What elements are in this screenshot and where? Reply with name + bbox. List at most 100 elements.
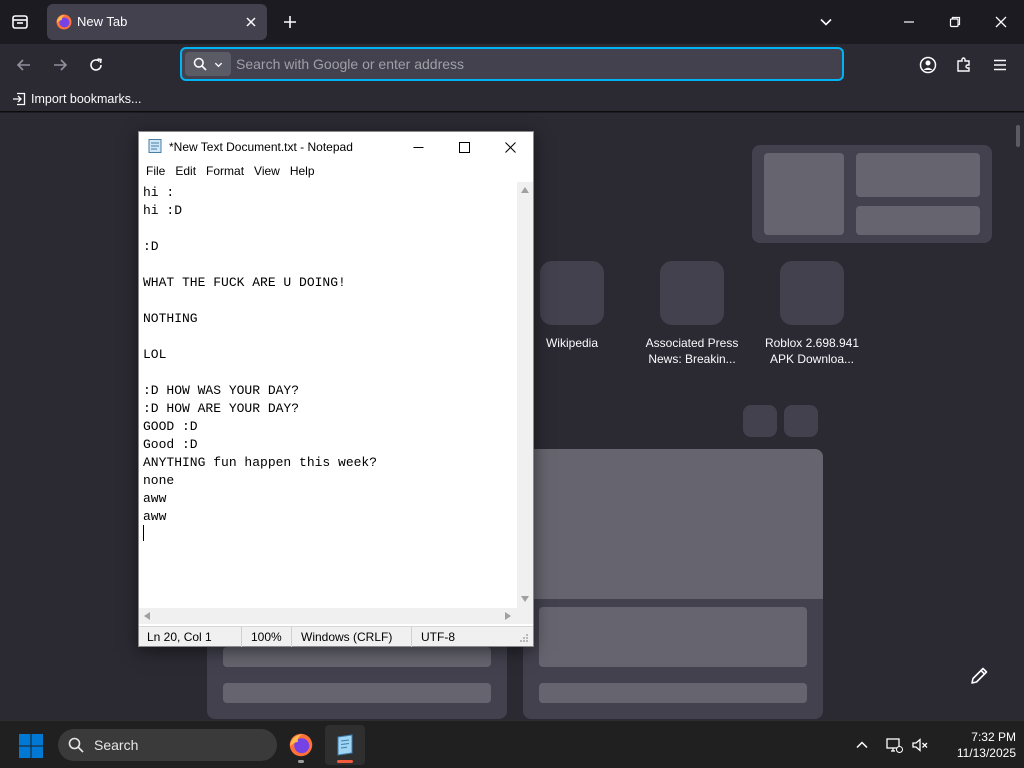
firefox-icon — [56, 14, 72, 30]
notepad-icon — [148, 139, 162, 153]
bookmarks-toolbar: Import bookmarks... — [0, 86, 1024, 112]
close-window-button[interactable] — [978, 0, 1024, 44]
volume-muted-icon — [912, 738, 928, 752]
windows-start-icon[interactable] — [18, 733, 44, 759]
placeholder-story-card — [523, 449, 823, 719]
chevron-down-icon — [820, 18, 832, 26]
notepad-icon — [337, 734, 353, 756]
firefox-icon — [289, 733, 313, 757]
chevron-down-icon — [215, 62, 223, 67]
taskbar: Search 7:32 PM 11/13/2025 — [0, 720, 1024, 768]
tab-title: New Tab — [77, 14, 128, 29]
shortcut-tile — [780, 261, 844, 325]
menu-view[interactable]: View — [249, 162, 285, 182]
scrollbar-corner — [517, 608, 533, 624]
notepad-title-bar[interactable]: *New Text Document.txt - Notepad — [139, 132, 533, 162]
volume-button[interactable] — [908, 733, 932, 757]
import-bookmarks-label: Import bookmarks... — [31, 92, 142, 106]
vertical-scrollbar[interactable] — [517, 182, 533, 608]
taskbar-search-label: Search — [94, 737, 139, 753]
extensions-button[interactable] — [950, 51, 978, 79]
notepad-close-button[interactable] — [487, 132, 533, 162]
restore-icon — [949, 16, 961, 28]
maximize-icon — [458, 141, 470, 153]
back-button[interactable] — [10, 51, 38, 79]
notepad-minimize-button[interactable] — [395, 132, 441, 162]
reload-button[interactable] — [82, 51, 110, 79]
close-icon — [504, 141, 516, 153]
status-cursor-position: Ln 20, Col 1 — [147, 630, 212, 644]
menu-format[interactable]: Format — [201, 162, 249, 182]
notepad-status-bar: Ln 20, Col 1 100% Windows (CRLF) UTF-8 — [139, 626, 533, 647]
address-bar[interactable] — [180, 47, 844, 81]
new-tab-button[interactable] — [278, 8, 302, 36]
menu-help[interactable]: Help — [285, 162, 320, 182]
taskbar-firefox[interactable] — [281, 725, 321, 765]
horizontal-scrollbar[interactable] — [139, 608, 517, 624]
network-status-button[interactable] — [882, 733, 906, 757]
taskbar-search-box[interactable]: Search — [58, 729, 277, 761]
scroll-down-arrow-icon[interactable] — [521, 596, 529, 602]
arrow-right-icon — [54, 59, 68, 71]
clock-time: 7:32 PM — [971, 730, 1016, 744]
shortcut-tile — [540, 261, 604, 325]
firefox-view-icon — [12, 15, 28, 29]
arrow-left-icon — [16, 59, 30, 71]
page-scrollbar[interactable] — [1016, 125, 1020, 147]
menu-edit[interactable]: Edit — [170, 162, 201, 182]
notepad-title: *New Text Document.txt - Notepad — [169, 140, 353, 154]
plus-icon — [284, 16, 296, 28]
search-engine-button[interactable] — [185, 52, 231, 76]
taskbar-notepad[interactable] — [325, 725, 365, 765]
account-button[interactable] — [914, 51, 942, 79]
status-line-ending: Windows (CRLF) — [301, 630, 393, 644]
chevron-up-icon — [856, 741, 868, 749]
resize-grip-icon[interactable] — [519, 633, 529, 643]
customize-button[interactable] — [964, 661, 994, 691]
clock-date: 11/13/2025 — [956, 746, 1016, 760]
placeholder-pill — [784, 405, 818, 437]
search-icon — [68, 737, 84, 753]
text-caret — [143, 525, 144, 541]
restore-button[interactable] — [932, 0, 978, 44]
shortcut-associated-press[interactable]: Associated Press News: Breakin... — [637, 261, 747, 367]
notepad-maximize-button[interactable] — [441, 132, 487, 162]
notepad-window: *New Text Document.txt - Notepad File Ed… — [138, 131, 534, 647]
account-icon — [919, 56, 937, 74]
tab-close-button[interactable] — [242, 13, 260, 31]
close-icon — [995, 16, 1007, 28]
show-hidden-icons-button[interactable] — [850, 733, 874, 757]
placeholder-card — [752, 145, 992, 243]
menu-file[interactable]: File — [141, 162, 170, 182]
tab-new-tab[interactable]: New Tab — [47, 4, 267, 40]
list-all-tabs-button[interactable] — [812, 8, 840, 36]
scroll-left-arrow-icon[interactable] — [144, 612, 150, 620]
import-bookmarks-button[interactable]: Import bookmarks... — [12, 91, 141, 107]
scroll-up-arrow-icon[interactable] — [521, 187, 529, 193]
import-icon — [13, 92, 26, 106]
minimize-button[interactable] — [886, 0, 932, 44]
puzzle-icon — [957, 57, 970, 72]
scroll-right-arrow-icon[interactable] — [505, 612, 511, 620]
shortcut-label: Associated Press News: Breakin... — [645, 336, 739, 366]
status-encoding: UTF-8 — [421, 630, 455, 644]
tab-strip: New Tab — [0, 0, 1024, 44]
close-icon — [246, 17, 256, 27]
navigation-toolbar — [0, 44, 1024, 86]
hamburger-menu-icon — [994, 59, 1006, 71]
firefox-view-button[interactable] — [6, 8, 34, 36]
forward-button[interactable] — [46, 51, 74, 79]
notepad-content: hi : hi :D :D WHAT THE FUCK ARE U DOING!… — [143, 185, 378, 524]
network-icon — [886, 738, 903, 753]
taskbar-clock[interactable]: 7:32 PM 11/13/2025 — [932, 729, 1016, 761]
minimize-icon — [413, 146, 423, 148]
minimize-icon — [904, 21, 914, 23]
notepad-text-area[interactable]: hi : hi :D :D WHAT THE FUCK ARE U DOING!… — [139, 182, 517, 608]
shortcut-label: Roblox 2.698.941 APK Downloa... — [764, 336, 860, 366]
url-input[interactable] — [236, 53, 826, 75]
shortcut-roblox[interactable]: Roblox 2.698.941 APK Downloa... — [757, 261, 867, 367]
app-menu-button[interactable] — [986, 51, 1014, 79]
status-zoom: 100% — [251, 630, 282, 644]
placeholder-pill — [743, 405, 777, 437]
pencil-icon — [971, 667, 988, 684]
